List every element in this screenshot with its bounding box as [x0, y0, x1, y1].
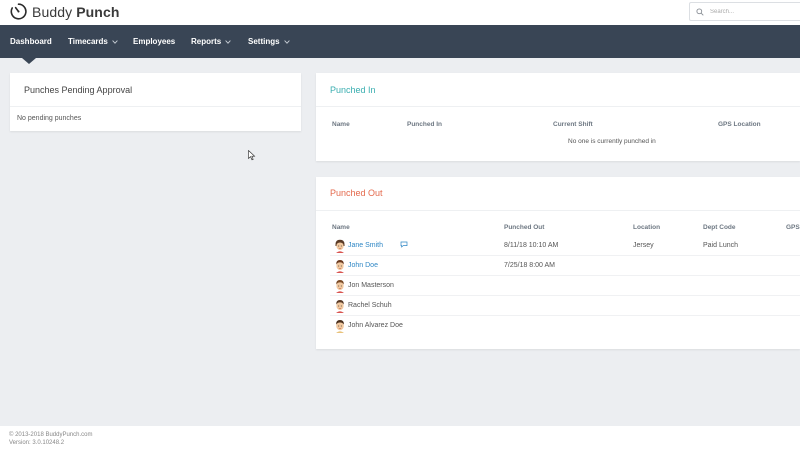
- punched-out-time: 8/11/18 10:10 AM: [504, 242, 559, 249]
- nav-dashboard[interactable]: Dashboard: [10, 25, 52, 58]
- col-header-current-shift[interactable]: Current Shift: [553, 121, 593, 128]
- nav-settings-label: Settings: [248, 37, 280, 46]
- main-nav: Dashboard Timecards Employees Reports Se…: [0, 25, 800, 58]
- pending-approval-title: Punches Pending Approval: [24, 85, 133, 95]
- punched-out-title: Punched Out: [330, 188, 383, 198]
- punched-in-title: Punched In: [330, 85, 376, 95]
- employee-name: Jon Masterson: [348, 282, 394, 289]
- chevron-down-icon: [225, 39, 231, 44]
- col-header-punched-out[interactable]: Punched Out: [504, 224, 544, 231]
- chevron-down-icon: [112, 39, 118, 44]
- clock-icon: [10, 3, 27, 20]
- brand-name: Buddy Punch: [32, 3, 120, 20]
- employee-name: John Alvarez Doe: [348, 322, 403, 329]
- top-bar: Buddy Punch: [0, 0, 800, 25]
- avatar: [336, 300, 344, 313]
- employee-name: Rachel Schuh: [348, 302, 392, 309]
- punched-in-empty-message: No one is currently punched in: [568, 138, 656, 145]
- nav-employees-label: Employees: [133, 37, 176, 46]
- search-icon: [696, 7, 704, 16]
- pending-empty-message: No pending punches: [17, 115, 82, 122]
- nav-dashboard-label: Dashboard: [10, 37, 52, 46]
- brand-logo[interactable]: Buddy Punch: [10, 3, 119, 20]
- punched-out-time: 7/25/18 8:00 AM: [504, 262, 555, 269]
- employee-name-link[interactable]: John Doe: [348, 262, 378, 269]
- col-header-location[interactable]: Location: [633, 224, 660, 231]
- footer-version: Version: 3.0.10248.2: [9, 440, 65, 446]
- punched-out-panel: Punched Out Name Punched Out Location De…: [316, 177, 800, 349]
- dept-code-cell: Paid Lunch: [703, 242, 739, 249]
- search-box[interactable]: [689, 2, 800, 21]
- col-header-dept-code[interactable]: Dept Code: [703, 224, 736, 231]
- footer-copyright: © 2013-2018 BuddyPunch.com: [9, 432, 93, 438]
- table-row: John Alvarez Doe: [330, 316, 800, 336]
- divider: [10, 106, 301, 107]
- col-header-punched-in[interactable]: Punched In: [407, 121, 442, 128]
- divider: [316, 106, 800, 107]
- comment-icon[interactable]: [400, 241, 408, 248]
- col-header-name[interactable]: Name: [332, 121, 350, 128]
- search-input[interactable]: [710, 8, 790, 15]
- table-row: Jane Smith 8/11/18 10:10 AM Jersey Paid …: [330, 236, 800, 256]
- avatar: [336, 320, 344, 333]
- avatar: [336, 260, 344, 273]
- table-row: John Doe 7/25/18 8:00 AM: [330, 256, 800, 276]
- punched-in-panel: Punched In Name Punched In Current Shift…: [316, 73, 800, 161]
- col-header-name[interactable]: Name: [332, 224, 350, 231]
- table-row: Rachel Schuh: [330, 296, 800, 316]
- active-tab-pointer: [22, 58, 36, 64]
- location-cell: Jersey: [633, 242, 654, 249]
- nav-reports-label: Reports: [191, 37, 222, 46]
- chevron-down-icon: [283, 39, 290, 44]
- col-header-gps-location[interactable]: GPS Location: [718, 121, 761, 128]
- table-row: Jon Masterson: [330, 276, 800, 296]
- employee-name-link[interactable]: Jane Smith: [348, 242, 383, 249]
- nav-reports[interactable]: Reports: [191, 25, 231, 58]
- mouse-cursor-icon: [248, 150, 256, 161]
- divider: [316, 210, 800, 211]
- avatar: [336, 280, 344, 293]
- nav-settings[interactable]: Settings: [248, 25, 290, 58]
- footer: © 2013-2018 BuddyPunch.com Version: 3.0.…: [0, 426, 800, 450]
- nav-timecards-label: Timecards: [68, 37, 108, 46]
- col-header-gps[interactable]: GPS: [786, 224, 800, 231]
- nav-timecards[interactable]: Timecards: [68, 25, 118, 58]
- nav-employees[interactable]: Employees: [133, 25, 175, 58]
- avatar: [335, 239, 345, 253]
- pending-approval-panel: Punches Pending Approval No pending punc…: [10, 73, 301, 131]
